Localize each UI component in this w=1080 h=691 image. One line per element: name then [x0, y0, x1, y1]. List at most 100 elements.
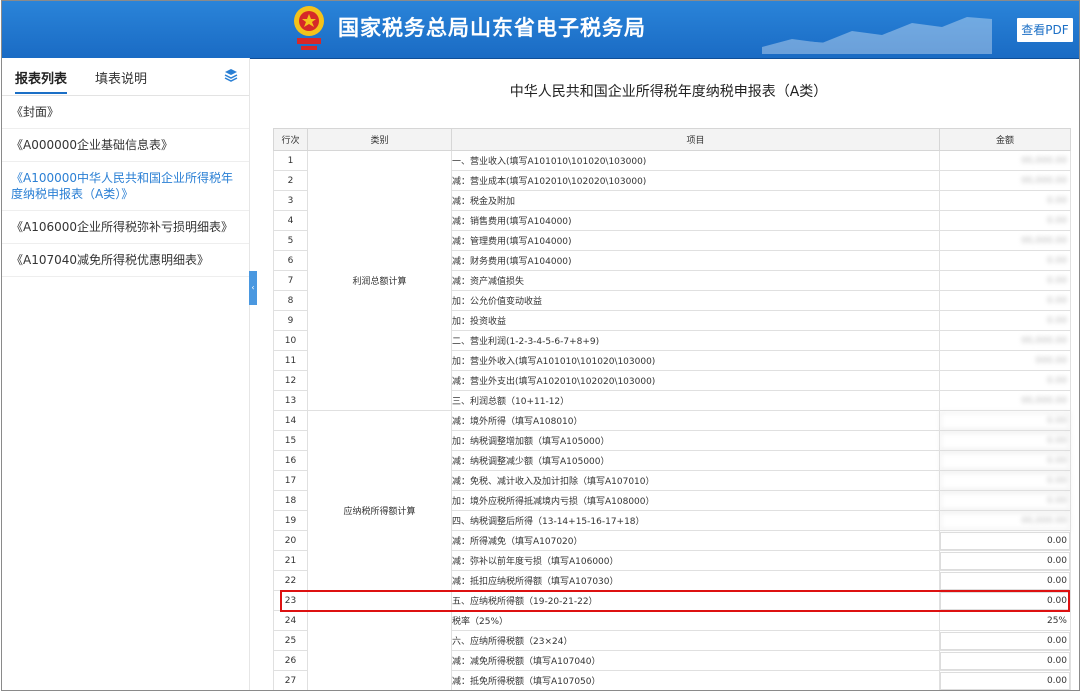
amount-field[interactable]: 00,000.00: [940, 511, 1070, 530]
row-amount-cell: 0.00: [939, 410, 1071, 431]
row-item: 减：销售费用(填写A104000): [451, 210, 940, 231]
col-header-category: 类别: [307, 128, 452, 151]
row-item: 减：所得减免（填写A107020）: [451, 530, 940, 551]
row-item: 加：纳税调整增加额（填写A105000）: [451, 430, 940, 451]
amount-field[interactable]: 0.00: [940, 491, 1070, 510]
row-amount-cell: 0.00: [939, 550, 1071, 571]
row-amount-cell: 0.00: [939, 570, 1071, 591]
row-item: 三、利润总额（10+11-12）: [451, 390, 940, 411]
amount-field[interactable]: 0.00: [940, 312, 1070, 330]
amount-field[interactable]: 0.00: [940, 671, 1070, 690]
report-title: 中华人民共和国企业所得税年度纳税申报表（A类）: [509, 84, 828, 100]
row-23-highlight-box: [280, 590, 1070, 612]
table-row: 1 利润总额计算 一、营业收入(填写A101010\101020\103000) 00…: [273, 150, 1071, 411]
row-number: 24: [273, 610, 308, 631]
sidebar-item-a000000[interactable]: 《A000000企业基础信息表》: [2, 129, 249, 162]
sidebar-item-a106000[interactable]: 《A106000企业所得税弥补亏损明细表》: [2, 211, 249, 244]
amount-field[interactable]: 0.00: [940, 372, 1070, 390]
category-taxable-income: 应纳税所得额计算: [307, 410, 452, 611]
amount-field[interactable]: 00,000.00: [940, 232, 1070, 250]
row-amount-cell: 25%: [939, 610, 1071, 631]
row-item: 减：抵扣应纳税所得额（填写A107030）: [451, 570, 940, 591]
amount-field[interactable]: 25%: [940, 612, 1070, 630]
row-item: 加：投资收益: [451, 310, 940, 331]
sidebar-tabs: 报表列表 填表说明: [2, 58, 249, 96]
row-item: 减：营业外支出(填写A102010\102020\103000): [451, 370, 940, 391]
row-number: 7: [273, 270, 308, 291]
layers-icon[interactable]: [224, 68, 238, 82]
row-amount-cell: 0.00: [939, 630, 1071, 651]
amount-field[interactable]: 00,000.00: [940, 392, 1070, 410]
amount-field[interactable]: 0.00: [940, 551, 1070, 570]
amount-field[interactable]: 0.00: [940, 651, 1070, 670]
amount-field[interactable]: 0.00: [940, 531, 1070, 550]
col-header-item: 项目: [451, 128, 940, 151]
amount-field[interactable]: 0.00: [940, 411, 1070, 430]
row-number: 6: [273, 250, 308, 271]
amount-field[interactable]: 0.00: [940, 431, 1070, 450]
tab-report-list[interactable]: 报表列表: [15, 68, 68, 94]
row-number: 4: [273, 210, 308, 231]
row-number: 5: [273, 230, 308, 251]
row-number: 22: [273, 570, 308, 591]
amount-field[interactable]: 0.00: [940, 192, 1070, 210]
row-item: 加：公允价值变动收益: [451, 290, 940, 311]
row-item: 减：弥补以前年度亏损（填写A106000）: [451, 550, 940, 571]
row-number: 8: [273, 290, 308, 311]
row-amount-cell: 0.00: [939, 290, 1071, 311]
row-amount-cell: 00,000.00: [939, 390, 1071, 411]
great-wall-decoration: [762, 17, 992, 54]
row-item: 六、应纳所得税额（23×24）: [451, 630, 940, 651]
row-amount-cell: 0.00: [939, 190, 1071, 211]
sidebar-collapse-handle[interactable]: ‹: [249, 271, 257, 305]
view-pdf-button[interactable]: 查看PDF: [1017, 18, 1073, 42]
amount-field[interactable]: 0.00: [940, 272, 1070, 290]
row-amount-cell: 00,000.00: [939, 330, 1071, 351]
amount-field[interactable]: 0.00: [940, 631, 1070, 650]
amount-field[interactable]: 00,000.00: [940, 172, 1070, 190]
amount-field[interactable]: 0.00: [940, 252, 1070, 270]
table-header-row: 行次 类别 项目 金额: [273, 128, 1071, 151]
amount-field[interactable]: 00,000.00: [940, 152, 1070, 170]
row-amount-cell: 0.00: [939, 530, 1071, 551]
row-amount-cell: 0.00: [939, 430, 1071, 451]
amount-field[interactable]: 0.00: [940, 471, 1070, 490]
chevron-left-icon: ‹: [251, 283, 255, 292]
row-number: 2: [273, 170, 308, 191]
row-item: 四、纳税调整后所得（13-14+15-16-17+18）: [451, 510, 940, 531]
row-item: 减：境外所得（填写A108010）: [451, 410, 940, 431]
row-amount-cell: 00,000.00: [939, 510, 1071, 531]
amount-field[interactable]: 00,000.00: [940, 332, 1070, 350]
row-number: 10: [273, 330, 308, 351]
row-item: 加：营业外收入(填写A101010\101020\103000): [451, 350, 940, 371]
row-amount-cell: 0.00: [939, 270, 1071, 291]
row-number: 16: [273, 450, 308, 471]
row-item: 税率（25%）: [451, 610, 940, 631]
row-number: 13: [273, 390, 308, 411]
row-number: 15: [273, 430, 308, 451]
sidebar-item-cover[interactable]: 《封面》: [2, 96, 249, 129]
row-number: 26: [273, 650, 308, 671]
tab-fill-instructions[interactable]: 填表说明: [95, 68, 147, 87]
amount-field[interactable]: 0.00: [940, 451, 1070, 470]
report-sidebar: 报表列表 填表说明 《封面》 《A000000企业基础信息表》 《A100000…: [2, 58, 250, 690]
amount-field[interactable]: 0.00: [940, 571, 1070, 590]
amount-field[interactable]: 0.00: [940, 212, 1070, 230]
col-header-row-no: 行次: [273, 128, 308, 151]
amount-field[interactable]: 000.00: [940, 352, 1070, 370]
row-item: 减：管理费用(填写A104000): [451, 230, 940, 251]
row-item: 减：资产减值损失: [451, 270, 940, 291]
sidebar-item-a107040[interactable]: 《A107040减免所得税优惠明细表》: [2, 244, 249, 277]
table-row: 24 税率（25%） 25%: [273, 610, 1071, 690]
category-blank: [307, 610, 452, 690]
row-number: 27: [273, 670, 308, 690]
row-number: 20: [273, 530, 308, 551]
amount-field[interactable]: 0.00: [940, 292, 1070, 310]
row-item: 减：抵免所得税额（填写A107050）: [451, 670, 940, 690]
row-item: 减：财务费用(填写A104000): [451, 250, 940, 271]
tax-emblem-logo: [294, 6, 324, 50]
app-window: 国家税务总局山东省电子税务局 查看PDF 报表列表 填表说明 《封面》 《A00…: [1, 0, 1080, 691]
row-amount-cell: 0.00: [939, 370, 1071, 391]
sidebar-item-a100000[interactable]: 《A100000中华人民共和国企业所得税年度纳税申报表（A类）》: [2, 162, 249, 211]
table-row: 14 应纳税所得额计算 减：境外所得（填写A108010） 0.00: [273, 410, 1071, 611]
